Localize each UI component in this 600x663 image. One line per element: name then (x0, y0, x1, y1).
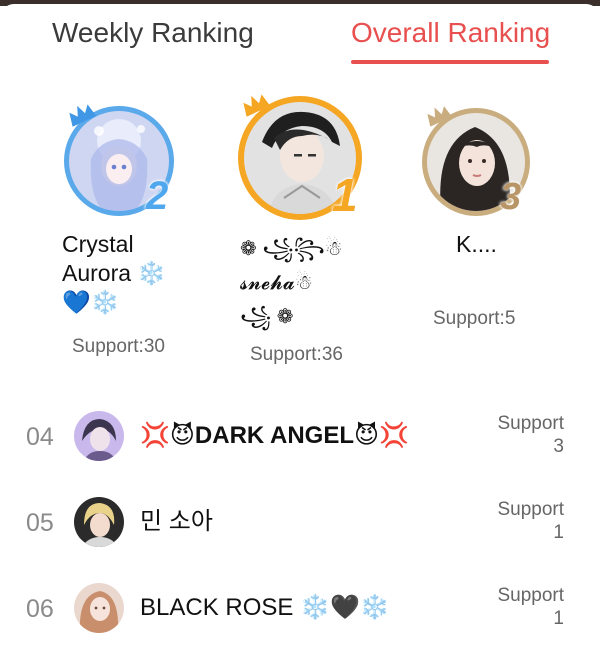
avatar (74, 411, 124, 461)
rank-number: 04 (26, 423, 54, 451)
support-label: Support (497, 499, 564, 520)
user-name: BLACK ROSE ❄️🖤❄️ (140, 594, 390, 621)
rank-number: 06 (26, 595, 54, 623)
support-label: Support (497, 585, 564, 606)
user-name: 💢😈DARK ANGEL😈💢 (140, 422, 409, 449)
support-value: 1 (553, 608, 564, 629)
podium-name-rank-2: Crystal Aurora ❄️ 💙❄️ (62, 231, 167, 315)
podium-support-rank-3: Support:5 (433, 308, 516, 329)
podium-name-rank-3: K.... (456, 231, 497, 257)
support-count: Support 1 (497, 498, 564, 544)
rank-badge: 3 (500, 176, 522, 218)
rank-number: 05 (26, 509, 54, 537)
podium-rank-2[interactable]: 2 (64, 104, 174, 218)
support-value: 1 (553, 522, 564, 543)
support-count: Support 3 (497, 412, 564, 458)
podium-rank-1[interactable]: 1 (238, 94, 362, 221)
support-value: 3 (553, 436, 564, 457)
list-item[interactable]: 06 BLACK ROSE ❄️🖤❄️ Support 1 (0, 578, 600, 638)
podium-support-rank-2: Support:30 (72, 336, 165, 357)
tab-weekly-ranking[interactable]: Weekly Ranking (52, 14, 254, 52)
list-item[interactable]: 05 민 소아 Support 1 (0, 492, 600, 552)
rank-badge: 2 (146, 174, 169, 218)
support-label: Support (497, 413, 564, 434)
active-tab-indicator (351, 60, 549, 64)
tab-overall-ranking[interactable]: Overall Ranking (351, 14, 550, 52)
rank-badge: 1 (332, 169, 358, 221)
user-name: 민 소아 (140, 508, 213, 535)
avatar (74, 497, 124, 547)
podium-name-rank-1: ❁ ꧁꧂☃︎ 𝓼𝓷𝓮𝓱𝓪☃︎ ꧁ ❁ (240, 238, 343, 328)
list-item[interactable]: 04 💢😈DARK ANGEL😈💢 Support 3 (0, 406, 600, 466)
avatar (74, 583, 124, 633)
podium-rank-3[interactable]: 3 (422, 106, 530, 218)
support-count: Support 1 (497, 584, 564, 630)
podium-support-rank-1: Support:36 (250, 344, 343, 365)
